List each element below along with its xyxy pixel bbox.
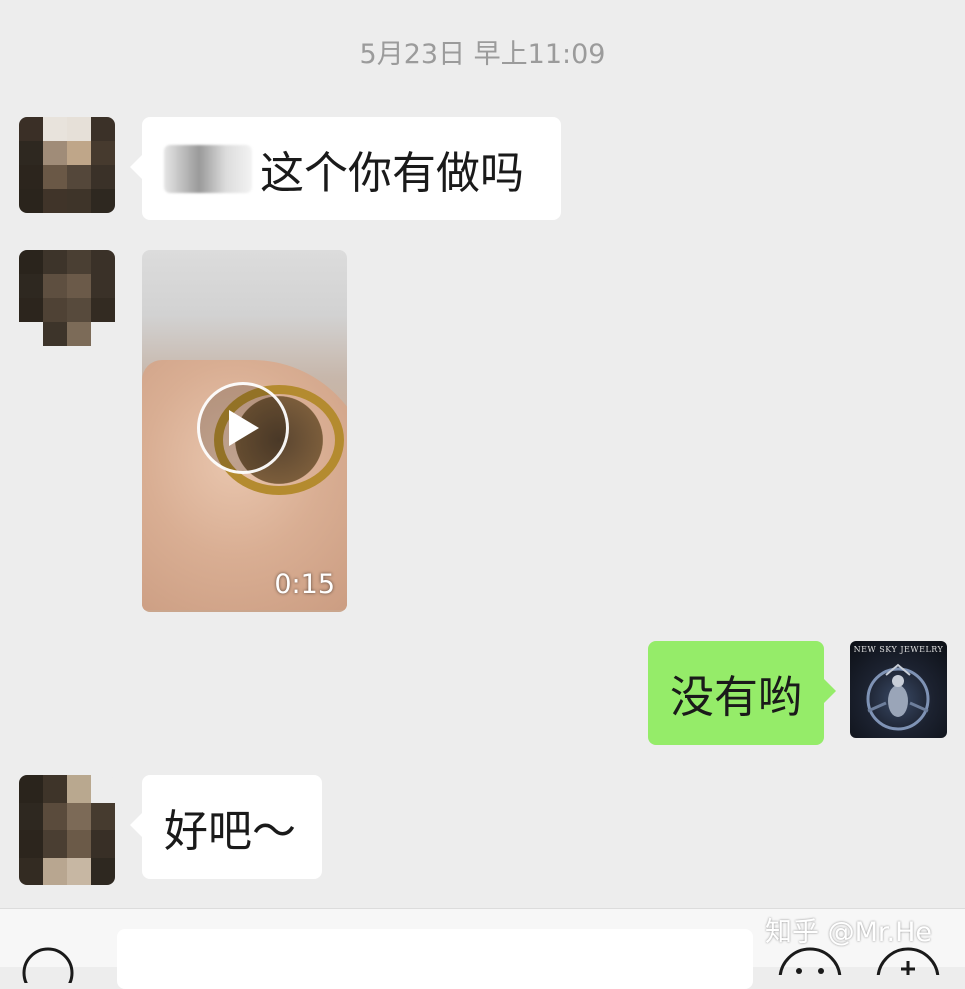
video-message[interactable]: 0:15 xyxy=(142,250,347,612)
chat-timestamp: 5月23日 早上11:09 xyxy=(359,39,606,70)
contact-avatar[interactable] xyxy=(19,117,115,213)
plus-icon[interactable] xyxy=(873,945,943,975)
emoji-icon[interactable] xyxy=(775,945,845,975)
video-duration: 0:15 xyxy=(274,569,335,600)
message-text: 没有哟 xyxy=(670,672,802,723)
zhihu-watermark: 知乎 @Mr.He xyxy=(765,917,932,948)
play-icon[interactable] xyxy=(197,382,289,474)
message-bubble-outgoing[interactable]: 没有哟 xyxy=(648,641,836,745)
message-text: 这个你有做吗 xyxy=(260,147,524,199)
avatar-figure-icon xyxy=(866,663,930,731)
contact-avatar[interactable] xyxy=(19,775,115,885)
message-text: 好吧～ xyxy=(164,806,296,857)
contact-avatar[interactable] xyxy=(19,250,115,346)
message-input[interactable] xyxy=(117,929,753,989)
voice-icon[interactable] xyxy=(18,943,78,983)
self-avatar[interactable]: NEW SKY JEWELRY xyxy=(850,641,947,738)
message-bubble-incoming[interactable]: 好吧～ xyxy=(130,775,322,879)
redacted-name xyxy=(164,144,252,193)
message-bubble-incoming[interactable]: 这个你有做吗 xyxy=(130,117,561,220)
